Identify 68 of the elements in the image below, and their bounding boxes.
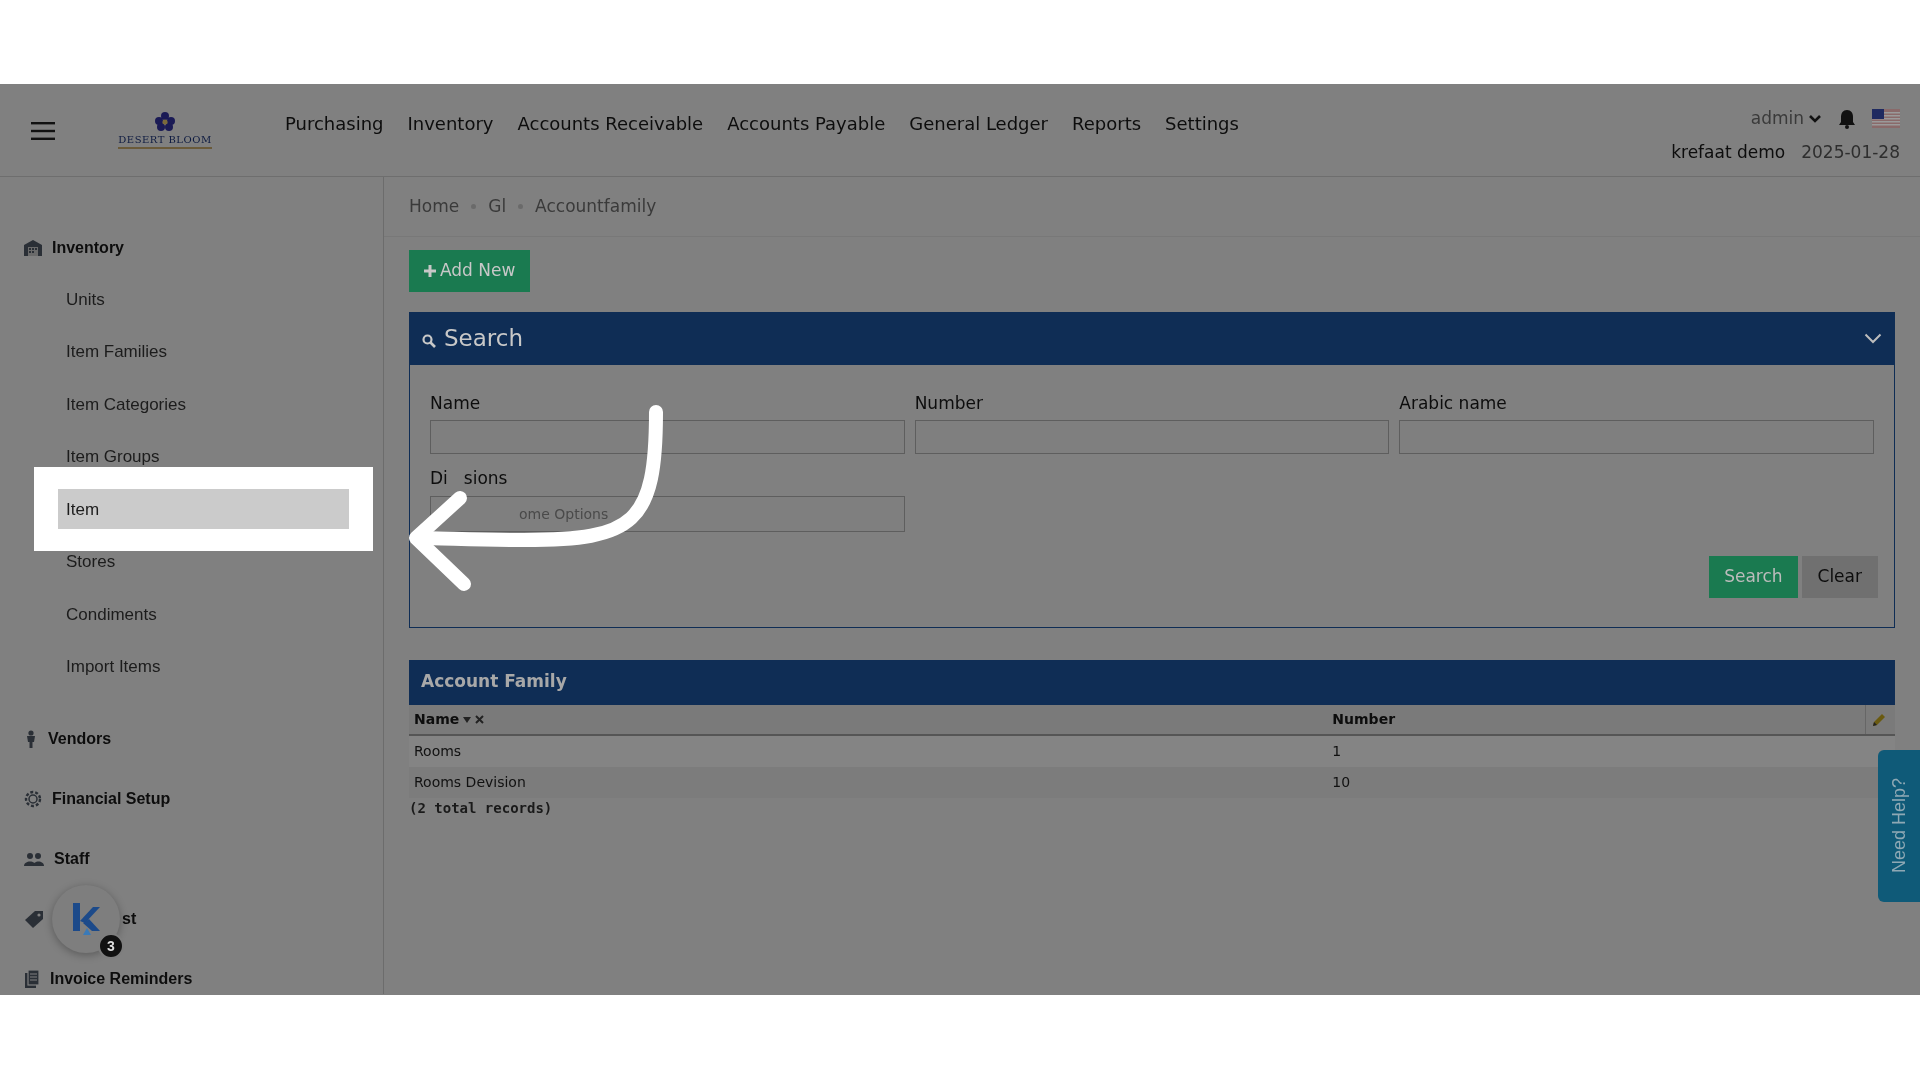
flower-icon: [152, 112, 178, 132]
table-cell: 1: [1327, 734, 1865, 767]
flag-icon[interactable]: [1872, 109, 1900, 129]
search-button[interactable]: Search: [1709, 555, 1798, 598]
sidebar-subitem[interactable]: Item: [58, 489, 349, 530]
sort-icon[interactable]: [463, 714, 486, 725]
table-title: Account Family: [409, 659, 1895, 705]
bell-icon[interactable]: [1838, 108, 1856, 129]
sidebar-item[interactable]: Vendors: [48, 727, 112, 752]
sidebar-item[interactable]: Staff: [54, 847, 90, 872]
field-label: Di: [430, 467, 448, 490]
date-text: 2025-01-28: [1801, 140, 1900, 164]
sidebar-subitem[interactable]: Item Families: [66, 339, 168, 365]
nav-link[interactable]: Accounts Receivable: [505, 110, 716, 137]
field-label: Number: [914, 391, 983, 415]
sidebar-item[interactable]: Inventory: [52, 236, 124, 260]
input-field[interactable]: [914, 420, 1390, 454]
help-tab[interactable]: Need Help?: [1878, 750, 1920, 902]
logo-icon: [71, 903, 101, 936]
column-header[interactable]: Number: [1327, 704, 1865, 735]
user-menu[interactable]: admin: [1750, 106, 1822, 132]
sidebar-subitem[interactable]: Item Groups: [66, 444, 160, 470]
warehouse-icon: [24, 240, 42, 256]
sidebar-item[interactable]: Invoice Reminders: [50, 967, 193, 992]
table-cell: 10: [1327, 766, 1865, 798]
field-label: Name: [430, 391, 481, 415]
field-label: Arabic name: [1399, 391, 1507, 415]
search-icon: [422, 333, 436, 348]
company-name: krefaat demo: [1671, 140, 1786, 164]
document-icon: [24, 970, 40, 989]
sidebar-subitem[interactable]: Stores: [66, 548, 116, 575]
breadcrumb-link[interactable]: Home: [409, 193, 460, 220]
sidebar-item[interactable]: st: [122, 907, 137, 932]
sidebar-item[interactable]: Financial Setup: [52, 787, 171, 812]
search-panel-header[interactable]: Search: [410, 312, 1894, 365]
clear-button[interactable]: Clear: [1801, 555, 1878, 598]
count-badge: 3: [98, 933, 124, 960]
input-field[interactable]: [430, 420, 905, 454]
field-label: sions: [463, 467, 508, 490]
total-records: (2 total records): [409, 798, 554, 818]
nav-link[interactable]: Settings: [1153, 110, 1251, 137]
nav-link[interactable]: Purchasing: [273, 110, 396, 137]
plus-icon: [424, 264, 436, 277]
column-header[interactable]: Name: [409, 704, 1328, 735]
panel-title: Search: [444, 324, 524, 354]
menu-icon[interactable]: [31, 121, 55, 140]
nav-link[interactable]: Reports: [1060, 110, 1154, 137]
caret-icon: [1808, 113, 1822, 124]
tag-icon: [24, 910, 44, 929]
breadcrumb-link[interactable]: Accountfamily: [535, 193, 657, 220]
breadcrumb-link[interactable]: Gl: [488, 193, 507, 220]
chevron-down-icon[interactable]: [1864, 333, 1882, 344]
sidebar-subitem[interactable]: Item Categories: [66, 391, 186, 418]
table-cell: Rooms: [409, 734, 1328, 767]
people-icon: [24, 852, 44, 867]
nav-link[interactable]: Accounts Payable: [715, 110, 898, 137]
sidebar-subitem[interactable]: Import Items: [66, 654, 161, 680]
gear-icon: [24, 790, 42, 809]
table-cell: Rooms Devision: [409, 766, 1328, 798]
input-field[interactable]: [1399, 420, 1874, 454]
nav-link[interactable]: Inventory: [395, 110, 506, 137]
pencil-icon[interactable]: [1870, 711, 1887, 728]
sidebar-subitem[interactable]: Units: [66, 286, 105, 313]
add-new-button[interactable]: Add New: [409, 250, 531, 292]
logo-text: DESERT BLOOM: [118, 132, 212, 149]
sidebar-subitem[interactable]: Condiments: [66, 601, 157, 627]
person-icon: [24, 730, 38, 749]
nav-link[interactable]: General Ledger: [897, 110, 1061, 137]
